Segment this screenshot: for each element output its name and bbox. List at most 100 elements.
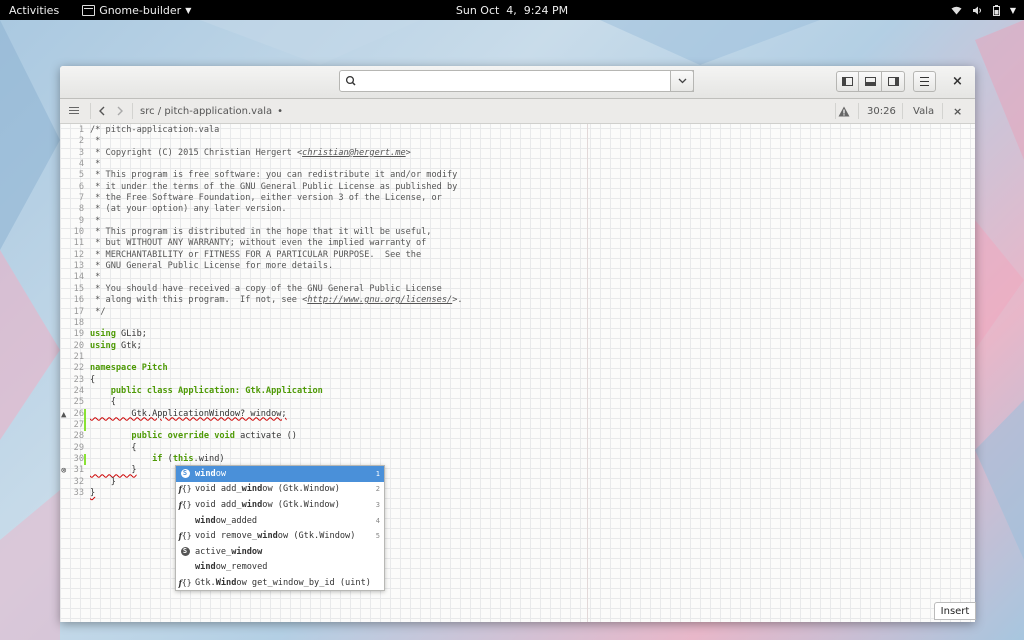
line-number: 3 <box>78 147 84 158</box>
line-number: 28 <box>73 431 84 442</box>
activities-button[interactable]: Activities <box>0 4 68 17</box>
top-bar: Activities Gnome-builder ▼ Sun Oct 4, 9:… <box>0 0 1024 20</box>
completion-item[interactable]: Sactive_window <box>176 544 384 560</box>
back-button[interactable] <box>98 99 106 123</box>
chevron-left-icon <box>99 106 105 116</box>
line-number: 18 <box>73 317 84 328</box>
line-number: 20 <box>73 340 84 351</box>
completion-label: window_added <box>195 515 258 526</box>
menu-button[interactable] <box>913 71 936 92</box>
battery-icon <box>992 4 1000 16</box>
warning-button[interactable] <box>838 99 850 123</box>
completion-item[interactable]: window_added 4 <box>176 513 384 529</box>
completion-label: window_removed <box>195 562 268 573</box>
change-marker <box>84 408 86 420</box>
line-number: 6 <box>78 181 84 192</box>
toggle-right-panel-button[interactable] <box>882 71 905 92</box>
line-number: 17 <box>73 306 84 317</box>
completion-shortcut: 1 <box>375 469 380 478</box>
completion-item[interactable]: f{} void add_window (Gtk.Window) 2 <box>176 482 384 498</box>
document-path[interactable]: src / pitch-application.vala • <box>140 99 283 123</box>
completion-label: void add_window (Gtk.Window) <box>195 499 340 510</box>
completion-label: Gtk.Window get_window_by_id (uint) <box>195 577 371 588</box>
search-icon <box>345 75 356 86</box>
warning-icon <box>838 106 850 116</box>
line-number: 25 <box>73 397 84 408</box>
left-panel-icon <box>842 77 853 86</box>
line-number: 10 <box>73 227 84 238</box>
line-number: 2 <box>78 136 84 147</box>
change-marker <box>84 453 86 465</box>
chevron-right-icon <box>117 106 123 116</box>
volume-icon <box>972 6 981 14</box>
line-number: 30 <box>73 453 84 464</box>
document-bar: src / pitch-application.vala • 30:26 Val… <box>60 99 975 124</box>
cursor-position: 30:26 <box>867 105 896 117</box>
app-menu[interactable]: Gnome-builder ▼ <box>68 4 191 17</box>
line-number: 14 <box>73 272 84 283</box>
completion-shortcut: 3 <box>375 500 380 509</box>
wifi-icon <box>951 6 962 14</box>
line-number: 13 <box>73 261 84 272</box>
document-list-button[interactable] <box>69 99 79 123</box>
search-input[interactable] <box>360 71 693 91</box>
right-margin <box>587 124 588 622</box>
function-icon: f{} <box>178 484 192 495</box>
completion-item[interactable]: f{} void add_window (Gtk.Window) 3 <box>176 497 384 513</box>
right-panel-icon <box>887 77 899 86</box>
window-close-button[interactable]: × <box>947 71 968 92</box>
completion-shortcut: 4 <box>375 516 380 525</box>
line-number: 4 <box>78 159 84 170</box>
system-tray[interactable]: ▼ <box>951 0 1016 20</box>
caret-down-icon: ▼ <box>185 5 192 15</box>
toggle-bottom-panel-button[interactable] <box>859 71 882 92</box>
header-bar: × <box>60 66 975 99</box>
modified-indicator: • <box>277 105 284 117</box>
panel-toggle-group <box>836 71 905 92</box>
function-icon: f{} <box>178 531 192 542</box>
symbol-icon: S <box>178 547 192 557</box>
line-number: 29 <box>73 442 84 453</box>
line-number: 5 <box>78 170 84 181</box>
search-box[interactable] <box>339 70 694 92</box>
line-number: 21 <box>73 351 84 362</box>
line-number: 23 <box>73 374 84 385</box>
completion-item[interactable]: Swindow 1 <box>176 466 384 482</box>
completion-label: void remove_window (Gtk.Window) <box>195 531 356 542</box>
line-number: 1 <box>78 125 84 135</box>
completion-item[interactable]: f{} Gtk.Window get_window_by_id (uint) <box>176 575 384 591</box>
line-number: 24 <box>73 385 84 396</box>
completion-popup[interactable]: Swindow 1 f{} void add_window (Gtk.Window) 2… <box>175 465 385 591</box>
clock[interactable]: Sun Oct 4, 9:24 PM <box>456 4 568 17</box>
app-name: Gnome-builder <box>99 3 182 17</box>
completion-item[interactable]: f{} void remove_window (Gtk.Window) 5 <box>176 528 384 544</box>
completion-label: active_window <box>195 546 263 557</box>
caret-down-icon: ▼ <box>1009 5 1016 15</box>
line-number: 16 <box>73 295 84 306</box>
document-path-label: src / pitch-application.vala <box>140 105 273 117</box>
line-number: 8 <box>78 204 84 215</box>
forward-button[interactable] <box>116 99 124 123</box>
line-number: 19 <box>73 329 84 340</box>
chevron-down-icon <box>678 78 686 84</box>
completion-shortcut: 5 <box>375 532 380 541</box>
language-selector[interactable]: Vala <box>913 99 934 123</box>
completion-label: void add_window (Gtk.Window) <box>195 484 340 495</box>
completion-item[interactable]: window_removed <box>176 560 384 576</box>
app-window-icon <box>82 4 96 16</box>
line-number: 32 <box>73 476 84 487</box>
line-number: 9 <box>78 215 84 226</box>
line-number: 12 <box>73 249 84 260</box>
search-dropdown-button[interactable] <box>670 70 694 92</box>
completion-shortcut: 2 <box>375 485 380 494</box>
toggle-left-panel-button[interactable] <box>836 71 859 92</box>
document-close-button[interactable]: × <box>953 99 962 123</box>
line-number: 22 <box>73 363 84 374</box>
hamburger-icon <box>920 77 929 86</box>
input-mode-indicator: Insert <box>934 602 976 620</box>
line-number: 27 <box>73 419 84 430</box>
bottom-panel-icon <box>864 77 876 86</box>
list-icon <box>69 107 79 115</box>
line-number: 7 <box>78 193 84 204</box>
line-number: 15 <box>73 283 84 294</box>
